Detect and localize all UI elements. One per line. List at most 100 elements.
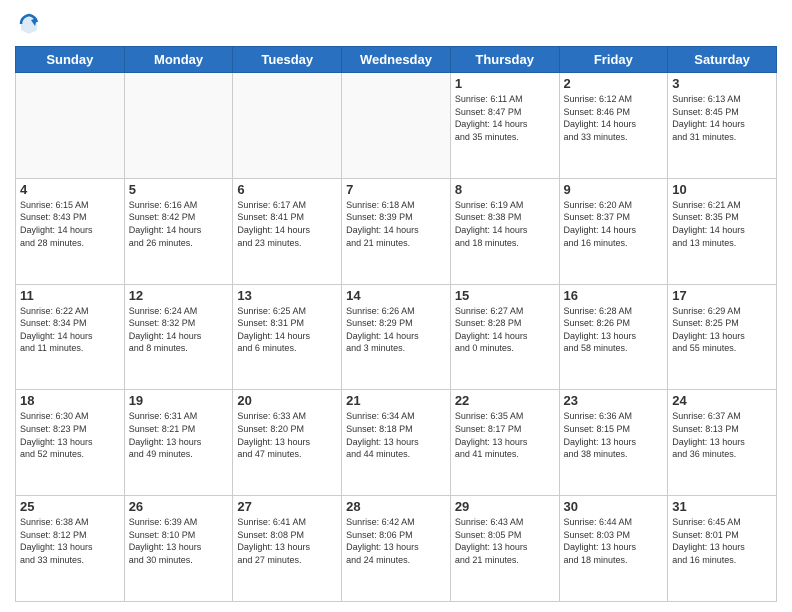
day-number: 19	[129, 393, 229, 408]
day-number: 1	[455, 76, 555, 91]
header	[15, 10, 777, 38]
calendar-day-cell: 11 Sunrise: 6:22 AM Sunset: 8:34 PM Dayli…	[16, 284, 125, 390]
calendar-day-cell: 17 Sunrise: 6:29 AM Sunset: 8:25 PM Dayli…	[668, 284, 777, 390]
logo	[15, 10, 47, 38]
day-info: Sunrise: 6:17 AM Sunset: 8:41 PM Dayligh…	[237, 199, 337, 249]
day-info: Sunrise: 6:44 AM Sunset: 8:03 PM Dayligh…	[564, 516, 664, 566]
day-info: Sunrise: 6:42 AM Sunset: 8:06 PM Dayligh…	[346, 516, 446, 566]
calendar-day-cell	[342, 73, 451, 179]
calendar-day-cell: 12 Sunrise: 6:24 AM Sunset: 8:32 PM Dayli…	[124, 284, 233, 390]
day-info: Sunrise: 6:34 AM Sunset: 8:18 PM Dayligh…	[346, 410, 446, 460]
calendar-day-cell: 8Sunrise: 6:19 AM Sunset: 8:38 PM Daylig…	[450, 178, 559, 284]
calendar-day-cell: 7 Sunrise: 6:18 AM Sunset: 8:39 PM Daylig…	[342, 178, 451, 284]
day-number: 7	[346, 182, 446, 197]
day-number: 18	[20, 393, 120, 408]
day-info: Sunrise: 6:13 AM Sunset: 8:45 PM Dayligh…	[672, 93, 772, 143]
calendar-day-cell: 14Sunrise: 6:26 AM Sunset: 8:29 PM Dayli…	[342, 284, 451, 390]
day-info: Sunrise: 6:27 AM Sunset: 8:28 PM Dayligh…	[455, 305, 555, 355]
calendar-day-cell: 21 Sunrise: 6:34 AM Sunset: 8:18 PM Dayli…	[342, 390, 451, 496]
day-info: Sunrise: 6:36 AM Sunset: 8:15 PM Dayligh…	[564, 410, 664, 460]
day-number: 4	[20, 182, 120, 197]
day-number: 8	[455, 182, 555, 197]
day-info: Sunrise: 6:24 AM Sunset: 8:32 PM Dayligh…	[129, 305, 229, 355]
day-info: Sunrise: 6:33 AM Sunset: 8:20 PM Dayligh…	[237, 410, 337, 460]
day-number: 12	[129, 288, 229, 303]
calendar-day-cell	[124, 73, 233, 179]
day-number: 3	[672, 76, 772, 91]
day-info: Sunrise: 6:21 AM Sunset: 8:35 PM Dayligh…	[672, 199, 772, 249]
day-info: Sunrise: 6:16 AM Sunset: 8:42 PM Dayligh…	[129, 199, 229, 249]
calendar-day-cell	[16, 73, 125, 179]
day-number: 2	[564, 76, 664, 91]
calendar-table: SundayMondayTuesdayWednesdayThursdayFrid…	[15, 46, 777, 602]
day-of-week-header: Saturday	[668, 47, 777, 73]
calendar-day-cell: 16 Sunrise: 6:28 AM Sunset: 8:26 PM Dayli…	[559, 284, 668, 390]
day-of-week-header: Friday	[559, 47, 668, 73]
calendar-day-cell: 4 Sunrise: 6:15 AM Sunset: 8:43 PM Daylig…	[16, 178, 125, 284]
calendar-day-cell: 13Sunrise: 6:25 AM Sunset: 8:31 PM Dayli…	[233, 284, 342, 390]
day-number: 20	[237, 393, 337, 408]
day-number: 15	[455, 288, 555, 303]
calendar-day-cell	[233, 73, 342, 179]
day-number: 29	[455, 499, 555, 514]
calendar-day-cell: 15 Sunrise: 6:27 AM Sunset: 8:28 PM Dayli…	[450, 284, 559, 390]
day-number: 5	[129, 182, 229, 197]
calendar-day-cell: 24Sunrise: 6:37 AM Sunset: 8:13 PM Dayli…	[668, 390, 777, 496]
calendar-day-cell: 25 Sunrise: 6:38 AM Sunset: 8:12 PM Dayli…	[16, 496, 125, 602]
day-number: 9	[564, 182, 664, 197]
day-info: Sunrise: 6:20 AM Sunset: 8:37 PM Dayligh…	[564, 199, 664, 249]
calendar-day-cell: 5 Sunrise: 6:16 AM Sunset: 8:42 PM Daylig…	[124, 178, 233, 284]
day-of-week-header: Sunday	[16, 47, 125, 73]
calendar-day-cell: 9 Sunrise: 6:20 AM Sunset: 8:37 PM Daylig…	[559, 178, 668, 284]
calendar-day-cell: 18 Sunrise: 6:30 AM Sunset: 8:23 PM Dayli…	[16, 390, 125, 496]
calendar-day-cell: 19Sunrise: 6:31 AM Sunset: 8:21 PM Dayli…	[124, 390, 233, 496]
day-info: Sunrise: 6:41 AM Sunset: 8:08 PM Dayligh…	[237, 516, 337, 566]
calendar-day-cell: 20 Sunrise: 6:33 AM Sunset: 8:20 PM Dayli…	[233, 390, 342, 496]
day-number: 21	[346, 393, 446, 408]
day-of-week-header: Wednesday	[342, 47, 451, 73]
day-info: Sunrise: 6:45 AM Sunset: 8:01 PM Dayligh…	[672, 516, 772, 566]
day-number: 14	[346, 288, 446, 303]
day-number: 17	[672, 288, 772, 303]
calendar-week-row: 11 Sunrise: 6:22 AM Sunset: 8:34 PM Dayli…	[16, 284, 777, 390]
calendar-day-cell: 23 Sunrise: 6:36 AM Sunset: 8:15 PM Dayli…	[559, 390, 668, 496]
day-number: 25	[20, 499, 120, 514]
day-info: Sunrise: 6:15 AM Sunset: 8:43 PM Dayligh…	[20, 199, 120, 249]
day-number: 6	[237, 182, 337, 197]
day-info: Sunrise: 6:18 AM Sunset: 8:39 PM Dayligh…	[346, 199, 446, 249]
day-number: 13	[237, 288, 337, 303]
day-info: Sunrise: 6:29 AM Sunset: 8:25 PM Dayligh…	[672, 305, 772, 355]
day-number: 11	[20, 288, 120, 303]
day-info: Sunrise: 6:38 AM Sunset: 8:12 PM Dayligh…	[20, 516, 120, 566]
day-number: 22	[455, 393, 555, 408]
calendar-week-row: 1 Sunrise: 6:11 AM Sunset: 8:47 PM Daylig…	[16, 73, 777, 179]
logo-icon	[15, 10, 43, 38]
calendar-header-row: SundayMondayTuesdayWednesdayThursdayFrid…	[16, 47, 777, 73]
day-number: 23	[564, 393, 664, 408]
page: SundayMondayTuesdayWednesdayThursdayFrid…	[0, 0, 792, 612]
calendar-day-cell: 27Sunrise: 6:41 AM Sunset: 8:08 PM Dayli…	[233, 496, 342, 602]
calendar-day-cell: 30 Sunrise: 6:44 AM Sunset: 8:03 PM Dayli…	[559, 496, 668, 602]
calendar-week-row: 18 Sunrise: 6:30 AM Sunset: 8:23 PM Dayli…	[16, 390, 777, 496]
day-info: Sunrise: 6:28 AM Sunset: 8:26 PM Dayligh…	[564, 305, 664, 355]
day-number: 10	[672, 182, 772, 197]
calendar-day-cell: 26 Sunrise: 6:39 AM Sunset: 8:10 PM Dayli…	[124, 496, 233, 602]
day-of-week-header: Thursday	[450, 47, 559, 73]
day-number: 16	[564, 288, 664, 303]
day-info: Sunrise: 6:11 AM Sunset: 8:47 PM Dayligh…	[455, 93, 555, 143]
calendar-day-cell: 1 Sunrise: 6:11 AM Sunset: 8:47 PM Daylig…	[450, 73, 559, 179]
day-number: 26	[129, 499, 229, 514]
calendar-day-cell: 22 Sunrise: 6:35 AM Sunset: 8:17 PM Dayli…	[450, 390, 559, 496]
day-info: Sunrise: 6:39 AM Sunset: 8:10 PM Dayligh…	[129, 516, 229, 566]
day-info: Sunrise: 6:43 AM Sunset: 8:05 PM Dayligh…	[455, 516, 555, 566]
calendar-day-cell: 6 Sunrise: 6:17 AM Sunset: 8:41 PM Daylig…	[233, 178, 342, 284]
day-info: Sunrise: 6:35 AM Sunset: 8:17 PM Dayligh…	[455, 410, 555, 460]
calendar-week-row: 25 Sunrise: 6:38 AM Sunset: 8:12 PM Dayli…	[16, 496, 777, 602]
day-info: Sunrise: 6:30 AM Sunset: 8:23 PM Dayligh…	[20, 410, 120, 460]
calendar-day-cell: 29 Sunrise: 6:43 AM Sunset: 8:05 PM Dayli…	[450, 496, 559, 602]
day-info: Sunrise: 6:22 AM Sunset: 8:34 PM Dayligh…	[20, 305, 120, 355]
calendar-day-cell: 10 Sunrise: 6:21 AM Sunset: 8:35 PM Dayli…	[668, 178, 777, 284]
calendar-day-cell: 3 Sunrise: 6:13 AM Sunset: 8:45 PM Daylig…	[668, 73, 777, 179]
day-number: 30	[564, 499, 664, 514]
day-number: 24	[672, 393, 772, 408]
